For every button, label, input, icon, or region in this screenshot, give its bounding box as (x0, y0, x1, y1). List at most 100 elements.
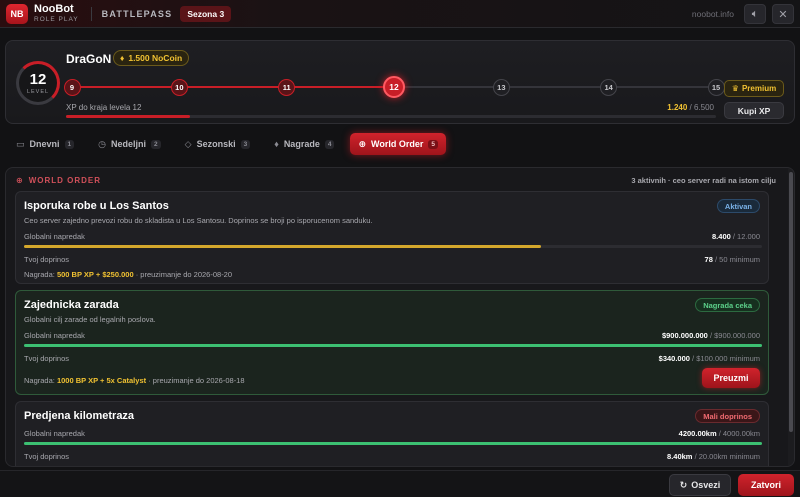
contribution-label: Tvoj doprinos (24, 354, 70, 363)
brand-name: NooBot (34, 2, 74, 15)
divider (90, 6, 92, 21)
global-progress-fill (24, 344, 762, 347)
buy-xp-button[interactable]: Kupi XP (724, 102, 784, 119)
coin-balance: ♦ 1.500 NoCoin (113, 50, 190, 66)
tab-label: Nagrade (283, 139, 320, 149)
scrollbar[interactable] (788, 168, 794, 466)
globe-icon: ⊕ (358, 138, 366, 149)
contribution-amount: 8.40km (667, 452, 693, 461)
status-badge: Mali doprinos (695, 409, 760, 423)
tab-count: 5 (428, 139, 438, 149)
global-value: 4200.00km (678, 429, 717, 438)
contribution-value: $340.000 / $100.000 minimum (659, 354, 760, 363)
global-total: / 4000.00km (718, 429, 760, 438)
milestone-node: 10 (170, 78, 188, 96)
xp-progress-bar (66, 115, 716, 118)
global-progress-fill (24, 245, 541, 248)
level-ring: 12 LEVEL (16, 61, 60, 105)
reward-value: 500 BP XP + $250.000 (56, 270, 134, 279)
reward-line: Nagrada: 1000 BP XP + 5x Catalyst · preu… (24, 376, 245, 385)
close-icon: ✕ (778, 8, 788, 21)
tab-label: Dnevni (29, 139, 60, 149)
reward-line: Nagrada: 500 BP XP + $250.000 · preuzima… (24, 270, 232, 279)
refresh-label: Osvezi (691, 480, 721, 490)
tab-nedeljni[interactable]: ◷ Nedeljni 2 (90, 133, 169, 155)
order-description: Ceo server zajedno prevozi robu do sklad… (24, 216, 373, 225)
panel-title: WORLD ORDER (28, 176, 102, 185)
coin-amount: 1.500 NoCoin (128, 53, 183, 63)
close-window-button[interactable]: ✕ (772, 4, 794, 24)
contribution-value: 8.40km / 20.00km minimum (667, 452, 760, 461)
tab-dnevni[interactable]: ▭ Dnevni 1 (8, 133, 82, 155)
close-button[interactable]: Zatvori (738, 474, 794, 496)
contribution-amount: $340.000 (658, 354, 690, 363)
xp-current: 1.240 (667, 103, 688, 112)
contribution-amount: 78 (704, 255, 713, 264)
panel-note: 3 aktivnih · ceo server radi na istom ci… (631, 176, 776, 185)
milestone-node: 14 (600, 78, 618, 96)
tab-count: 3 (240, 139, 251, 149)
global-total: / $900.000.000 (709, 331, 760, 340)
season-badge: Sezona 3 (180, 5, 232, 22)
reward-prefix: Nagrada: (24, 376, 55, 385)
contribution-minimum: / 20.00km minimum (694, 452, 760, 461)
speaker-icon: 🔈︎ (751, 7, 759, 20)
layers-icon: ◇ (184, 138, 192, 149)
reward-value: 1000 BP XP + 5x Catalyst (56, 376, 147, 385)
claim-button[interactable]: Preuzmi (702, 368, 760, 388)
global-progress-value: 8.400 / 12.000 (712, 232, 760, 241)
status-badge: Nagrada ceka (695, 298, 760, 312)
order-description: Globalni cilj zarade od legalnih poslova… (24, 315, 156, 324)
level-number: 12 (29, 70, 47, 88)
tab-label: Nedeljni (111, 139, 147, 149)
sound-button[interactable]: 🔈︎ (744, 4, 766, 24)
tab-label: Sezonski (196, 139, 236, 149)
panel-heading: ⊕ WORLD ORDER (16, 176, 101, 185)
xp-value: 1.240 / 6.500 (667, 103, 714, 112)
section-label: BATTLEPASS (101, 8, 173, 19)
level-track-fill (72, 86, 394, 88)
calendar-icon: ▭ (16, 138, 25, 149)
order-card: Isporuka robe u Los Santos Ceo server za… (15, 191, 769, 284)
order-card: Zajednicka zarada Globalni cilj zarade o… (15, 290, 769, 395)
refresh-button[interactable]: ↻ Osvezi (669, 474, 731, 496)
xp-label: XP do kraja levela 12 (66, 103, 142, 112)
contribution-label: Tvoj doprinos (24, 452, 70, 461)
brand-subtitle: ROLE PLAY (34, 15, 79, 23)
order-title: Predjena kilometraza (24, 410, 135, 422)
status-badge: Aktivan (716, 199, 760, 213)
contribution-minimum: / 50 minimum (714, 255, 760, 264)
tab-count: 1 (64, 139, 75, 149)
global-progress-fill (24, 442, 762, 445)
global-progress-label: Globalni napredak (24, 429, 85, 438)
milestone-node: 9 (63, 78, 81, 96)
milestone-node: 13 (492, 78, 510, 96)
scrollbar-thumb[interactable] (789, 172, 793, 432)
tab-count: 2 (151, 139, 161, 149)
site-link[interactable]: noobot.info (692, 9, 734, 19)
premium-button[interactable]: ♛ Premium (724, 80, 784, 97)
global-progress-label: Globalni napredak (24, 232, 85, 241)
tab-bar: ▭ Dnevni 1 ◷ Nedeljni 2 ◇ Sezonski 3 ♦ Nagrade 4 ⊕ Wo… (0, 131, 800, 157)
reward-deadline: · preuzimanje do 2026-08-18 (148, 376, 245, 385)
logo: NB (6, 3, 28, 24)
global-progress-bar (24, 344, 762, 347)
level-label: LEVEL (26, 88, 50, 95)
reward-deadline: · preuzimanje do 2026-08-20 (135, 270, 233, 279)
milestone-node: 12 (383, 76, 405, 98)
diamond-icon: ♦ (120, 53, 125, 63)
tab-world-order[interactable]: ⊕ World Order 5 (350, 133, 446, 155)
order-title: Isporuka robe u Los Santos (24, 200, 169, 212)
global-progress-value: $900.000.000 / $900.000.000 (662, 331, 760, 340)
tab-count: 4 (324, 139, 335, 149)
tab-sezonski[interactable]: ◇ Sezonski 3 (177, 133, 259, 155)
username: DraGoN (66, 52, 112, 66)
tab-label: World Order (371, 139, 424, 149)
global-value: 8.400 (712, 232, 731, 241)
milestone-node: 11 (278, 78, 296, 96)
contribution-label: Tvoj doprinos (24, 255, 70, 264)
tab-nagrade[interactable]: ♦ Nagrade 4 (266, 133, 342, 155)
clock-icon: ◷ (98, 138, 107, 149)
brand: NooBot ROLE PLAY (34, 2, 79, 24)
order-title: Zajednicka zarada (24, 299, 119, 311)
